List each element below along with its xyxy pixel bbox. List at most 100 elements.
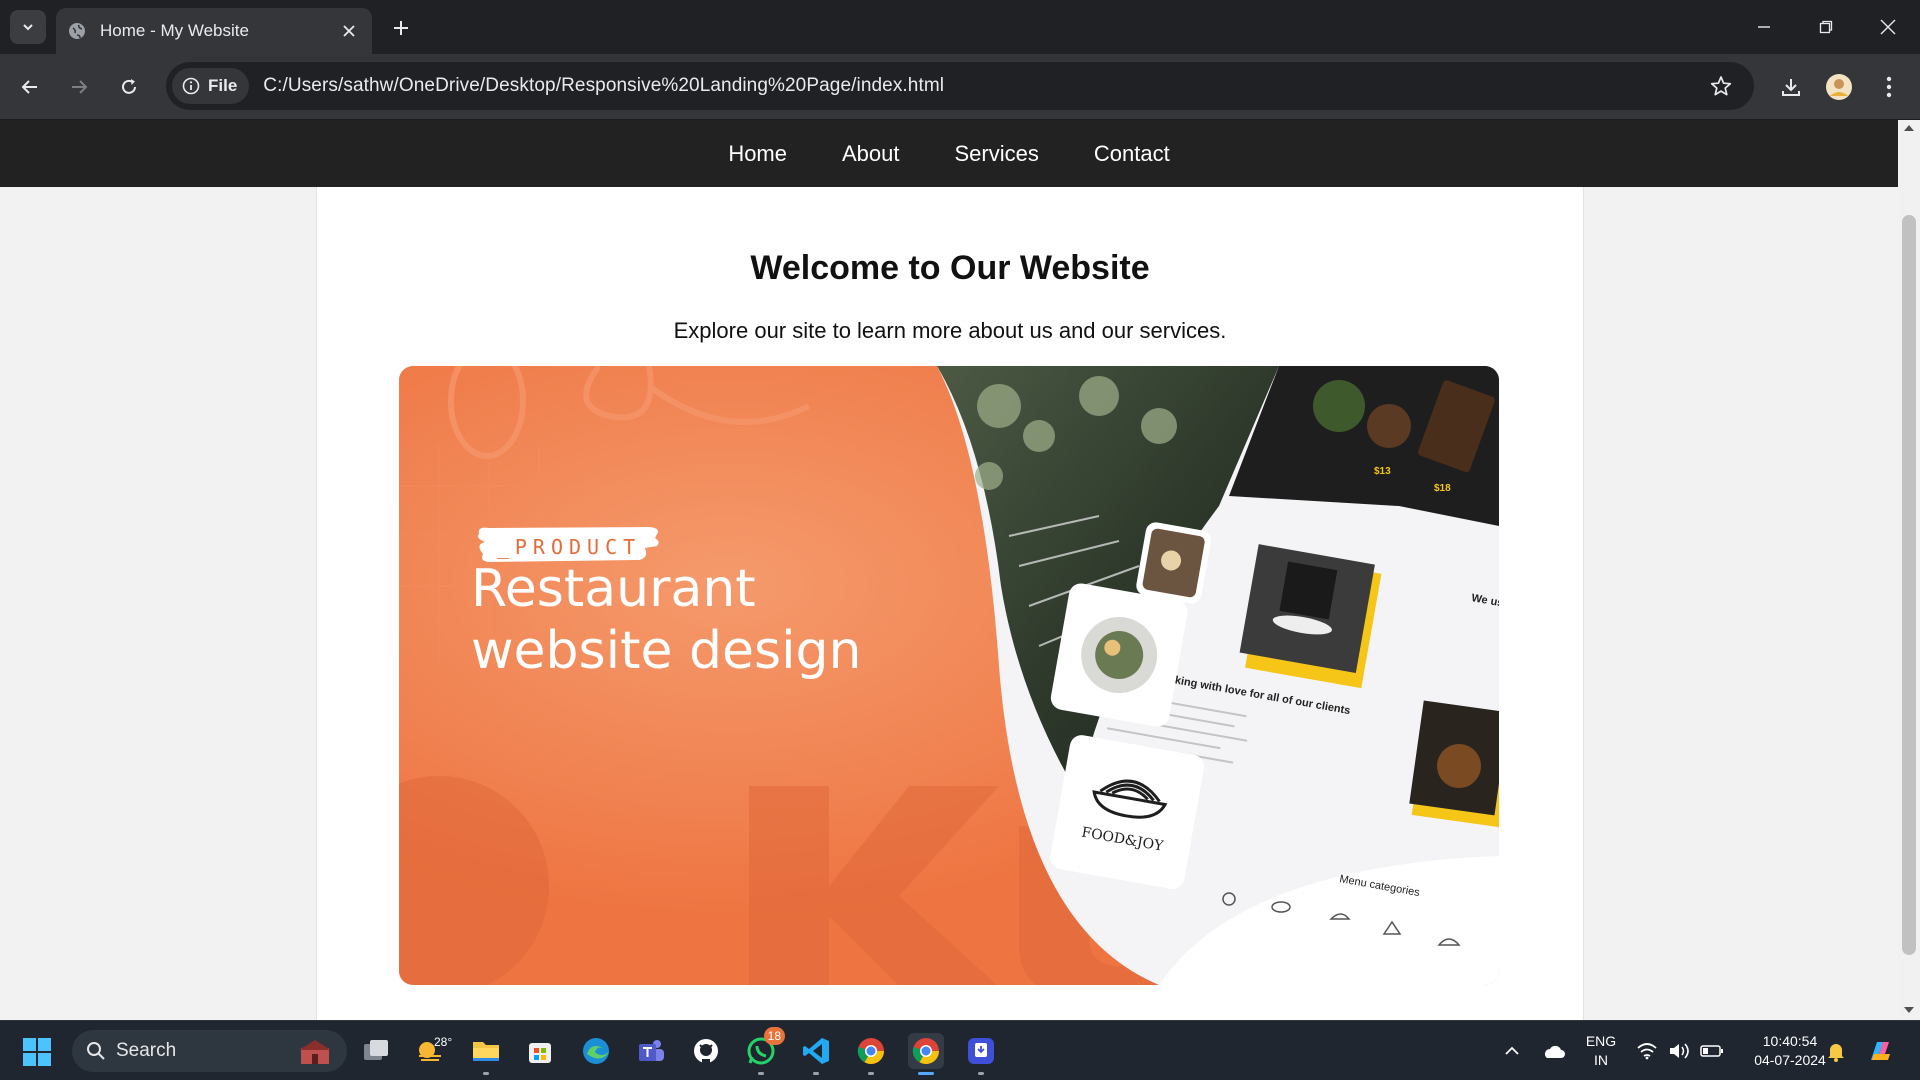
volume-icon [1670, 1043, 1689, 1059]
running-indicator [813, 1072, 819, 1075]
reload-button[interactable] [112, 70, 146, 104]
close-window-button[interactable] [1864, 8, 1912, 46]
globe-icon [69, 23, 85, 39]
taskbar-search[interactable]: Search [72, 1030, 347, 1072]
quick-settings-button[interactable] [1636, 1021, 1724, 1080]
language-indicator[interactable]: ENG IN [1578, 1021, 1624, 1080]
star-icon [1710, 76, 1732, 96]
mock-price-1: $13 [1374, 466, 1391, 477]
task-view-icon [364, 1040, 388, 1060]
page-subtitle: Explore our site to learn more about us … [673, 318, 1227, 343]
browser-menu-button[interactable] [1872, 70, 1906, 104]
clock-date: 04-07-2024 [1754, 1052, 1826, 1068]
mock-price-2: $18 [1434, 483, 1451, 494]
nav-link-contact[interactable]: Contact [1094, 141, 1170, 167]
browser-tab-bar: Home - My Website [0, 0, 1920, 54]
scroll-down-arrow-icon[interactable] [1903, 1006, 1915, 1014]
hero-illustration: $13 $18 We are cooking with love for all… [399, 366, 1499, 985]
store-icon [529, 1043, 551, 1063]
bell-icon [1828, 1044, 1844, 1062]
profile-button[interactable] [1822, 70, 1856, 104]
start-button[interactable] [22, 1037, 52, 1067]
download-icon [1782, 79, 1800, 96]
info-icon [182, 77, 200, 95]
taskbar-whatsapp[interactable]: 18 [743, 1027, 785, 1075]
nav-link-home[interactable]: Home [728, 141, 787, 167]
search-icon [87, 1042, 105, 1060]
arrow-left-icon [21, 80, 37, 94]
bookmark-button[interactable] [1704, 69, 1738, 103]
windows-logo-icon [23, 1038, 51, 1066]
tab-close-button[interactable] [338, 20, 360, 42]
taskbar-file-explorer[interactable] [468, 1033, 504, 1075]
github-icon [694, 1039, 718, 1063]
running-indicator [868, 1072, 874, 1075]
hero-title-line-2: website design [471, 621, 861, 681]
folder-icon [473, 1042, 499, 1061]
more-vertical-icon [1886, 76, 1892, 98]
site-navigation: Home About Services Contact [0, 120, 1898, 187]
cloud-icon [1545, 1045, 1565, 1058]
downloads-button[interactable] [1774, 70, 1808, 104]
teams-icon [639, 1040, 664, 1061]
site-info-chip[interactable]: File [172, 68, 250, 104]
wifi-icon [1637, 1043, 1657, 1060]
taskbar-edge[interactable] [578, 1033, 614, 1069]
nav-link-about[interactable]: About [842, 141, 900, 167]
chrome-icon [912, 1038, 940, 1065]
tab-search-button[interactable] [10, 10, 46, 44]
taskbar-app[interactable] [963, 1033, 999, 1075]
page-scrollbar[interactable] [1898, 120, 1920, 1020]
address-bar[interactable]: File C:/Users/sathw/OneDrive/Desktop/Res… [166, 62, 1754, 110]
page-viewport: Home About Services Contact Welcome to O… [0, 120, 1898, 1020]
scroll-up-arrow-icon[interactable] [1903, 124, 1915, 132]
taskbar-vscode[interactable] [798, 1033, 834, 1075]
notifications-button[interactable] [1818, 1033, 1854, 1069]
avatar [1826, 74, 1852, 100]
browser-toolbar: File C:/Users/sathw/OneDrive/Desktop/Res… [0, 54, 1920, 120]
restore-icon [1819, 20, 1833, 34]
taskbar-github[interactable] [688, 1033, 724, 1069]
page-title: Welcome to Our Website [750, 249, 1150, 287]
running-indicator [758, 1072, 764, 1075]
back-button[interactable] [13, 70, 47, 104]
onedrive-button[interactable] [1535, 1033, 1571, 1069]
forward-button[interactable] [62, 70, 96, 104]
arrow-right-icon [72, 80, 88, 94]
weather-widget[interactable]: 28° [412, 1033, 452, 1069]
close-icon [343, 25, 355, 37]
copilot-icon [1871, 1042, 1890, 1060]
running-indicator [483, 1072, 489, 1075]
battery-icon [1700, 1045, 1723, 1057]
food-joy-logo-card: FOOD&JOY [1050, 735, 1205, 889]
chevron-down-icon [23, 24, 33, 31]
copilot-button[interactable] [1862, 1033, 1898, 1069]
taskbar-search-label: Search [116, 1040, 177, 1061]
hero-tag: _PRODUCT [497, 535, 641, 559]
taskbar-chrome-1[interactable] [853, 1033, 889, 1075]
notification-badge: 18 [763, 1027, 785, 1045]
taskbar-teams[interactable] [633, 1033, 669, 1069]
scrollbar-thumb[interactable] [1902, 215, 1916, 955]
nav-link-services[interactable]: Services [955, 141, 1039, 167]
hero-image: $13 $18 We are cooking with love for all… [399, 366, 1499, 985]
vscode-icon [803, 1038, 829, 1064]
tab-title: Home - My Website [100, 21, 249, 40]
tab-active[interactable]: Home - My Website [56, 8, 372, 54]
running-indicator [978, 1072, 984, 1075]
taskbar: Search 28° 18 ENG IN 10:40:54 04-07-2024 [0, 1020, 1920, 1080]
minimize-icon [1758, 26, 1770, 28]
restore-button[interactable] [1802, 8, 1850, 46]
taskbar-chrome-2[interactable] [908, 1033, 944, 1075]
new-tab-button[interactable] [388, 15, 414, 41]
taskbar-store[interactable] [522, 1033, 558, 1069]
task-view-button[interactable] [358, 1033, 394, 1069]
edge-icon [583, 1038, 609, 1064]
show-hidden-icons-button[interactable] [1494, 1033, 1530, 1069]
url-text[interactable]: C:/Users/sathw/OneDrive/Desktop/Responsi… [263, 75, 1704, 97]
language-line-1: ENG [1585, 1033, 1617, 1049]
active-indicator [918, 1072, 934, 1075]
reload-icon [122, 79, 136, 94]
minimize-button[interactable] [1740, 8, 1788, 46]
weather-temperature: 28° [434, 1035, 453, 1049]
